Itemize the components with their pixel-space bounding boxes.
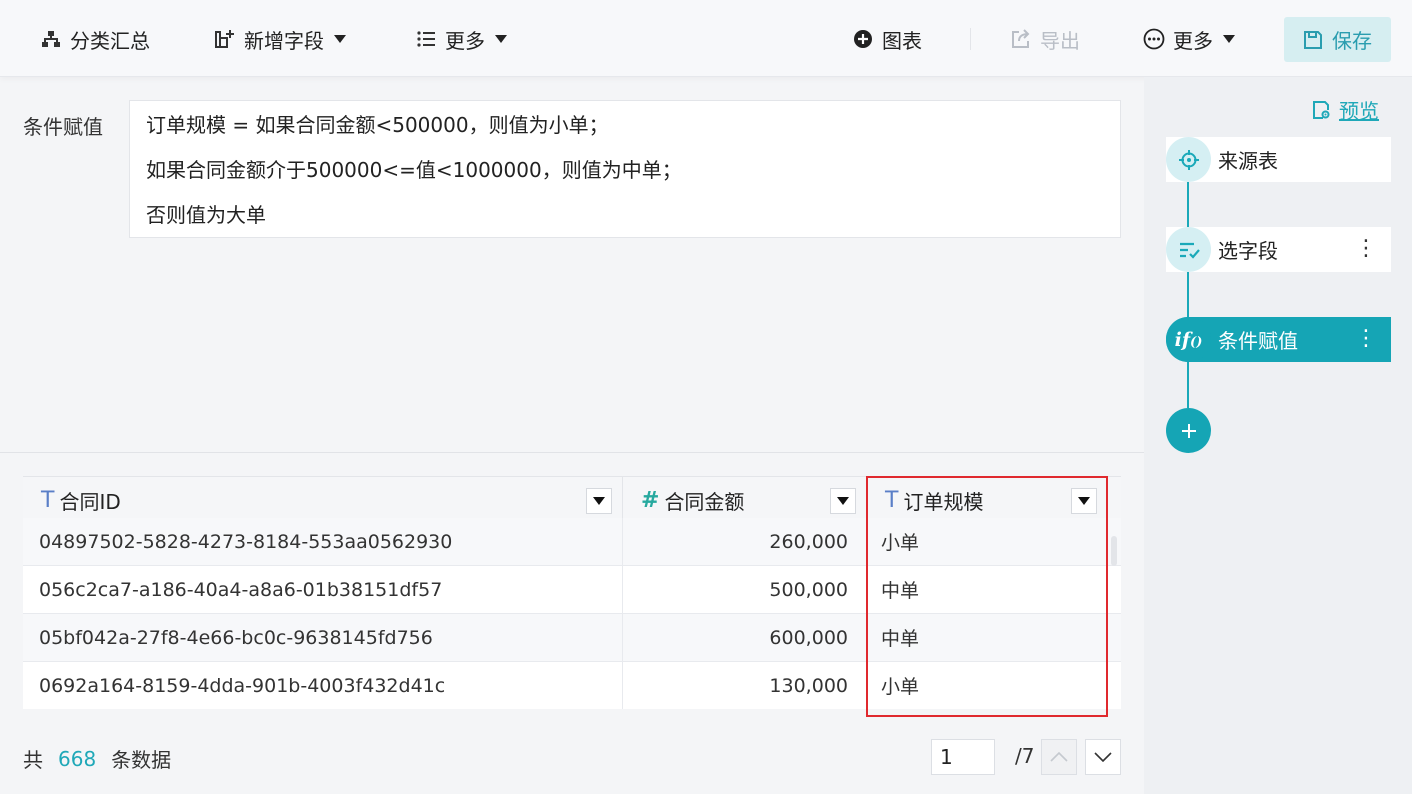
text-type-icon: T — [885, 488, 899, 513]
page-number-input[interactable]: 1 — [931, 739, 995, 775]
cell-contract-amount: 130,000 — [623, 662, 867, 709]
cell-contract-amount: 500,000 — [623, 566, 867, 613]
more-circle-icon — [1143, 28, 1165, 50]
cell-order-scale: 中单 — [881, 580, 920, 602]
condition-line: 订单规模 = 如果合同金额<500000，则值为小单； — [146, 113, 609, 137]
record-count-prefix: 共 — [23, 748, 43, 772]
chevron-up-icon — [1050, 752, 1068, 762]
toolbar-divider — [970, 28, 971, 50]
more-menu-left[interactable]: 更多 — [415, 24, 507, 54]
select-fields-icon — [1166, 227, 1211, 272]
kebab-menu-icon[interactable]: ⋮ — [1355, 325, 1377, 353]
preview-link[interactable]: 预览 — [1311, 95, 1379, 124]
cell-contract-amount: 260,000 — [623, 518, 867, 565]
column-name: 合同金额 — [664, 490, 745, 514]
table-row: 05bf042a-27f8-4e66-bc0c-9638145fd756 600… — [23, 614, 1121, 662]
table-row: 056c2ca7-a186-40a4-a8a6-01b38151df57 500… — [23, 566, 1121, 614]
save-button[interactable]: 保存 — [1284, 17, 1391, 62]
caret-down-icon — [334, 35, 346, 43]
export-label: 导出 — [1040, 28, 1080, 53]
column-dropdown-button[interactable] — [586, 488, 612, 514]
list-icon — [415, 28, 437, 50]
text-type-icon: T — [41, 488, 55, 513]
group-summary-button[interactable]: 分类汇总 — [40, 24, 150, 54]
table-header: T 合同ID # 合同金额 T 订单规模 — [23, 476, 1121, 524]
flow-node-condition-assign[interactable]: if() 条件赋值 ⋮ — [1166, 317, 1391, 362]
flow-node-label: 选字段 — [1218, 239, 1278, 263]
more-right-label: 更多 — [1173, 28, 1213, 53]
cell-order-scale: 中单 — [881, 628, 920, 650]
condition-expression[interactable]: 订单规模 = 如果合同金额<500000，则值为小单； 如果合同金额介于5000… — [129, 100, 1121, 238]
chart-label: 图表 — [882, 28, 922, 53]
section-divider — [0, 452, 1144, 453]
save-label: 保存 — [1332, 29, 1372, 53]
more-menu-right[interactable]: 更多 — [1143, 24, 1235, 54]
if-icon: if() — [1166, 317, 1211, 362]
target-icon — [1166, 137, 1211, 182]
flow-node-label: 条件赋值 — [1218, 329, 1298, 353]
flow-connector — [1187, 272, 1189, 318]
add-step-button[interactable] — [1166, 408, 1211, 453]
add-field-icon — [214, 28, 236, 50]
table-row: 04897502-5828-4273-8184-553aa0562930 260… — [23, 518, 1121, 566]
data-table: T 合同ID # 合同金额 T 订单规模 04897502-5828-4273-… — [23, 476, 1121, 709]
save-icon — [1303, 30, 1323, 50]
page-total: /7 — [1015, 744, 1035, 768]
prev-page-button[interactable] — [1041, 739, 1077, 775]
column-dropdown-button[interactable] — [1071, 488, 1097, 514]
export-button[interactable]: 导出 — [1010, 24, 1080, 54]
column-name: 订单规模 — [903, 490, 984, 514]
cell-contract-amount: 600,000 — [623, 614, 867, 661]
number-type-icon: # — [641, 488, 660, 513]
plus-icon — [1181, 423, 1196, 438]
condition-line: 如果合同金额介于500000<=值<1000000，则值为中单； — [146, 158, 682, 182]
cell-order-scale: 小单 — [881, 676, 920, 698]
condition-line: 否则值为大单 — [146, 203, 266, 227]
chart-button[interactable]: 图表 — [852, 24, 922, 54]
kebab-menu-icon[interactable]: ⋮ — [1355, 235, 1377, 263]
add-field-label: 新增字段 — [244, 28, 324, 53]
record-count: 共 668 条数据 — [23, 744, 171, 773]
flow-node-source-table[interactable]: 来源表 — [1166, 137, 1391, 182]
cell-order-scale: 小单 — [881, 532, 920, 554]
table-row: 0692a164-8159-4dda-901b-4003f432d41c 130… — [23, 662, 1121, 709]
export-icon — [1010, 28, 1032, 50]
more-left-label: 更多 — [445, 28, 485, 53]
column-header-contract-amount: # 合同金额 — [623, 477, 867, 524]
column-name: 合同ID — [59, 490, 121, 514]
caret-down-icon — [1223, 35, 1235, 43]
cell-contract-id: 0692a164-8159-4dda-901b-4003f432d41c — [23, 662, 623, 709]
flow-connector — [1187, 362, 1189, 408]
column-header-order-scale: T 订单规模 — [867, 477, 1107, 524]
preview-label: 预览 — [1339, 99, 1379, 123]
cell-contract-id: 04897502-5828-4273-8184-553aa0562930 — [23, 518, 623, 565]
caret-down-icon — [495, 35, 507, 43]
column-dropdown-button[interactable] — [830, 488, 856, 514]
flow-connector — [1187, 182, 1189, 228]
toolbar: 分类汇总 新增字段 更多 图表 导出 更多 保存 — [0, 0, 1412, 77]
plus-circle-icon — [852, 28, 874, 50]
flow-node-label: 来源表 — [1218, 149, 1278, 173]
preview-icon — [1311, 100, 1331, 120]
add-field-button[interactable]: 新增字段 — [214, 24, 346, 54]
table-scrollbar[interactable] — [1111, 536, 1117, 566]
condition-label: 条件赋值 — [23, 115, 103, 139]
cell-contract-id: 05bf042a-27f8-4e66-bc0c-9638145fd756 — [23, 614, 623, 661]
column-header-contract-id: T 合同ID — [23, 477, 623, 524]
flow-node-select-fields[interactable]: 选字段 ⋮ — [1166, 227, 1391, 272]
record-count-value: 668 — [58, 746, 97, 771]
record-count-suffix: 条数据 — [111, 748, 172, 772]
hierarchy-icon — [40, 28, 62, 50]
cell-contract-id: 056c2ca7-a186-40a4-a8a6-01b38151df57 — [23, 566, 623, 613]
group-summary-label: 分类汇总 — [70, 28, 150, 53]
next-page-button[interactable] — [1085, 739, 1121, 775]
chevron-down-icon — [1094, 752, 1112, 762]
